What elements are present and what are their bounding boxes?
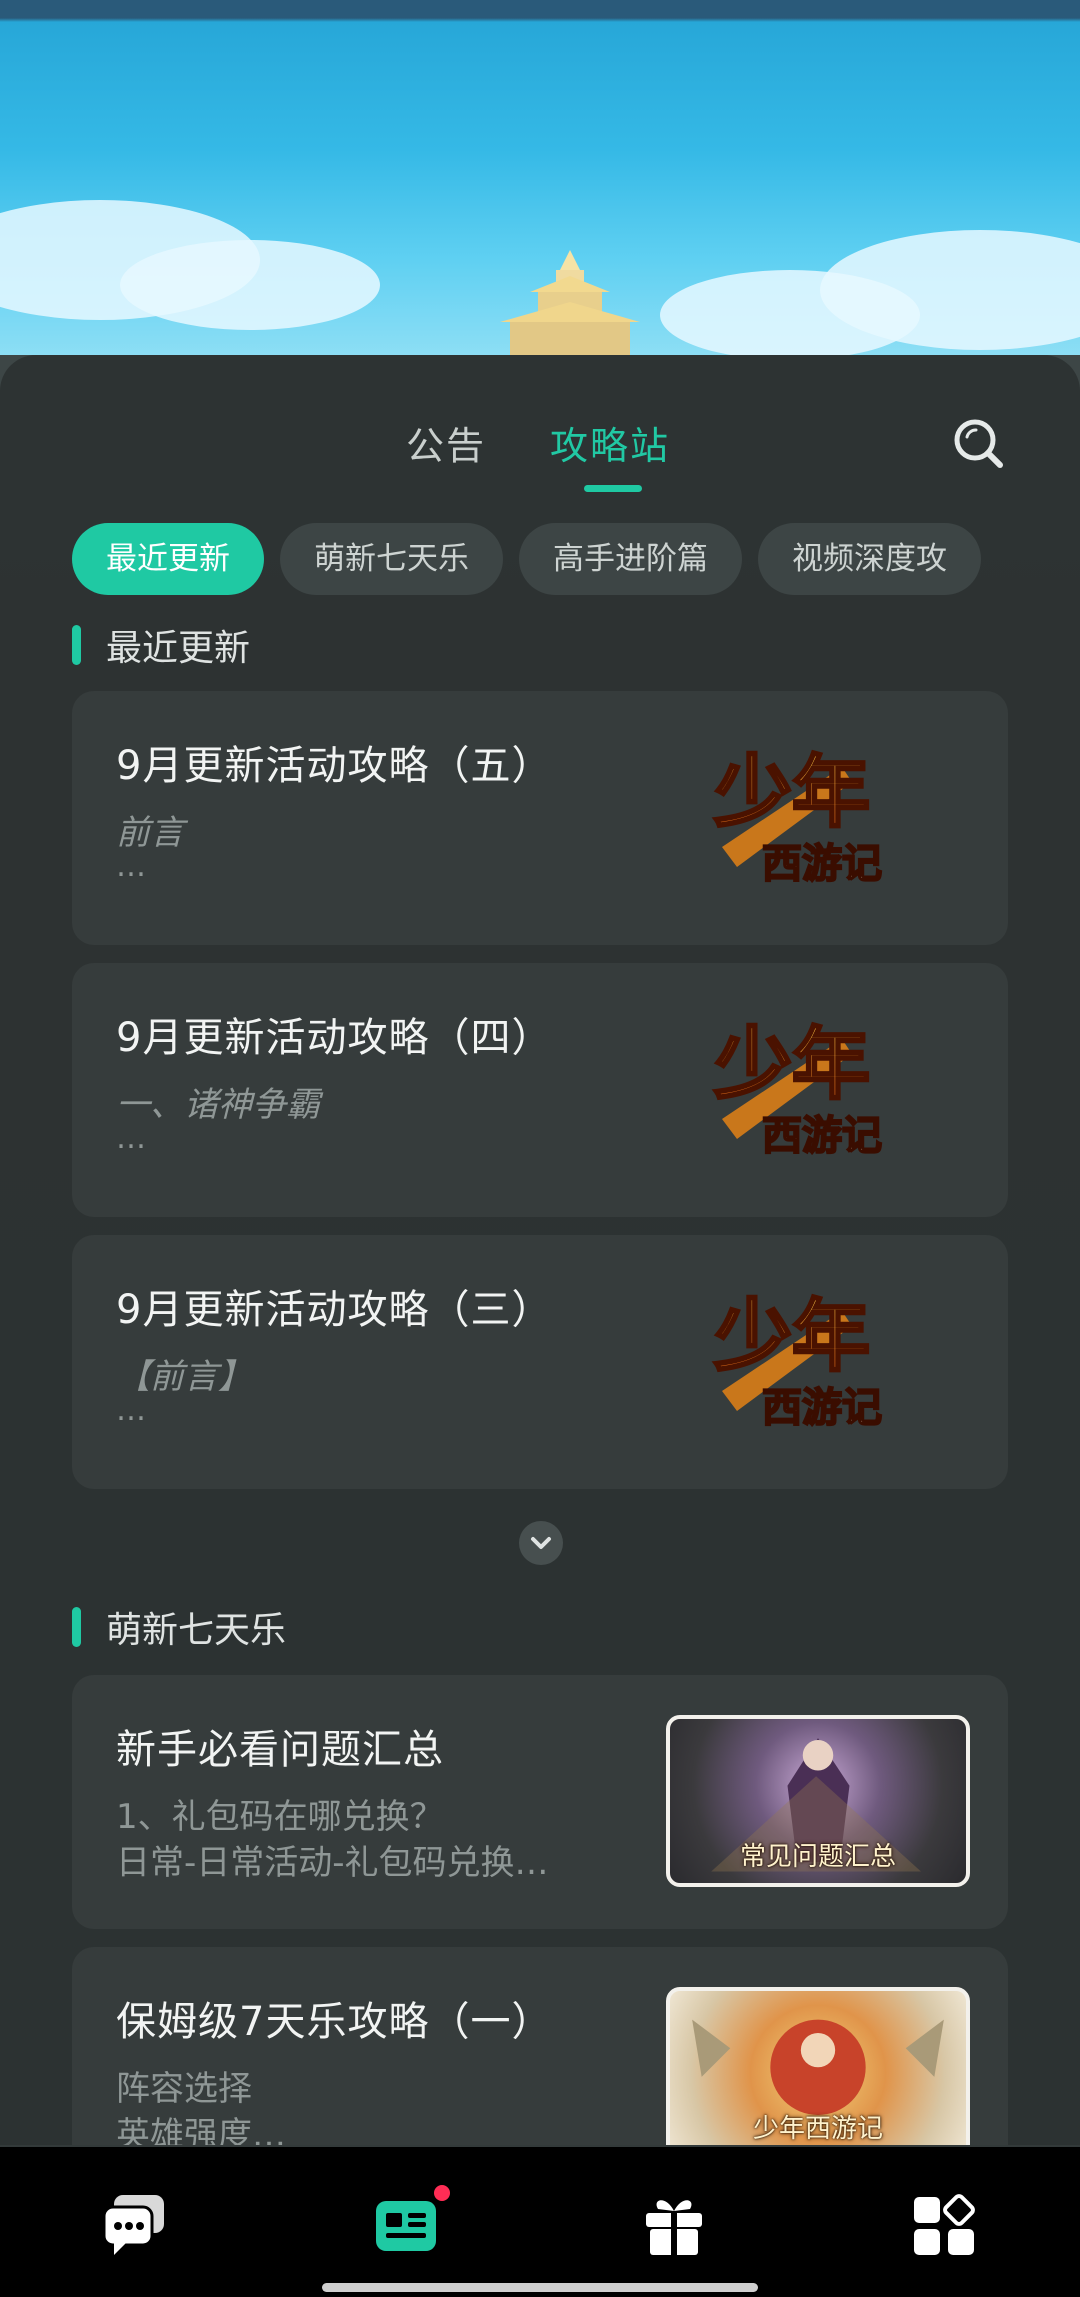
bottom-navigation	[0, 2147, 1080, 2297]
tab-strategy[interactable]: 攻略站	[550, 415, 670, 470]
apps-grid-icon	[914, 2194, 975, 2255]
section-marker	[72, 625, 81, 665]
section-label: 最近更新	[106, 628, 251, 669]
article-card[interactable]: 新手必看问题汇总 1、礼包码在哪兑换？ 日常-日常活动-礼包码兑换… 常见问题汇…	[72, 1675, 1008, 1929]
section-title-newbie: 萌新七天乐	[72, 1601, 286, 1653]
chip-recent[interactable]: 最近更新	[72, 523, 264, 595]
chat-bubbles-icon	[102, 2195, 164, 2255]
svg-text:西游记: 西游记	[762, 1112, 882, 1159]
article-title: 9月更新活动攻略（四）	[116, 1015, 553, 1061]
thumbnail-caption: 少年西游记	[752, 2114, 883, 2144]
strategy-panel: 公告 攻略站 最近更新 萌新七天乐 高手进阶篇 视频深度攻 最近更新 9月更新活动攻略…	[0, 355, 1080, 2145]
game-logo: 少年 西游记	[712, 1290, 883, 1433]
article-excerpt-2: 英雄强度…	[116, 2115, 286, 2145]
svg-text:少年: 少年	[714, 1019, 870, 1110]
article-ellipsis: …	[116, 1121, 146, 1156]
svg-text:西游记: 西游记	[762, 1384, 882, 1431]
article-title: 9月更新活动攻略（五）	[116, 743, 553, 789]
top-tabs: 公告 攻略站	[0, 415, 1080, 495]
tab-announcement[interactable]: 公告	[406, 415, 486, 470]
chevron-down-icon	[531, 1537, 551, 1549]
article-excerpt: 一、诸神争霸	[116, 1085, 320, 1125]
article-excerpt: 前言	[116, 813, 184, 853]
article-title: 保姆级7天乐攻略（一）	[116, 1999, 553, 2045]
category-chips: 最近更新 萌新七天乐 高手进阶篇 视频深度攻	[72, 523, 1008, 595]
search-icon[interactable]	[950, 415, 1006, 471]
section-title-recent: 最近更新	[72, 619, 250, 671]
news-icon	[376, 2201, 436, 2251]
article-card[interactable]: 9月更新活动攻略（五） 前言 … 少年 西游记	[72, 691, 1008, 945]
game-logo: 少年 西游记	[712, 746, 883, 889]
article-card[interactable]: 保姆级7天乐攻略（一） 阵容选择 英雄强度… 少年西游记	[72, 1947, 1008, 2145]
chip-video[interactable]: 视频深度攻	[758, 523, 981, 595]
svg-text:少年: 少年	[714, 1291, 870, 1382]
active-tab-indicator	[584, 485, 642, 492]
article-excerpt: 【前言】	[116, 1357, 252, 1397]
article-ellipsis: …	[116, 1393, 146, 1428]
nav-more[interactable]	[910, 2191, 978, 2259]
chip-newbie-seven-days[interactable]: 萌新七天乐	[280, 523, 503, 595]
nav-news[interactable]	[372, 2185, 450, 2259]
svg-text:西游记: 西游记	[762, 840, 882, 887]
thumbnail-caption: 常见问题汇总	[739, 1842, 896, 1872]
section-marker	[72, 1607, 81, 1647]
home-indicator	[322, 2283, 758, 2292]
article-card[interactable]: 9月更新活动攻略（三） 【前言】 … 少年 西游记	[72, 1235, 1008, 1489]
nav-gifts[interactable]	[640, 2191, 708, 2259]
article-title: 新手必看问题汇总	[116, 1727, 444, 1773]
palace-illustration	[500, 250, 640, 360]
expand-more-button[interactable]	[519, 1521, 563, 1565]
article-excerpt: 1、礼包码在哪兑换？	[116, 1797, 444, 1837]
nav-community[interactable]	[100, 2191, 168, 2259]
article-title: 9月更新活动攻略（三）	[116, 1287, 553, 1333]
article-excerpt-2: 日常-日常活动-礼包码兑换…	[116, 1843, 549, 1883]
section-label: 萌新七天乐	[106, 1610, 287, 1651]
svg-text:少年: 少年	[714, 747, 870, 838]
article-ellipsis: …	[116, 849, 146, 884]
notification-badge	[434, 2185, 450, 2201]
article-card[interactable]: 9月更新活动攻略（四） 一、诸神争霸 … 少年 西游记	[72, 963, 1008, 1217]
article-excerpt: 阵容选择	[116, 2069, 252, 2109]
gift-icon	[646, 2200, 702, 2255]
chip-advanced[interactable]: 高手进阶篇	[519, 523, 742, 595]
article-thumbnail: 少年西游记	[666, 1987, 970, 2145]
article-thumbnail: 常见问题汇总	[666, 1715, 970, 1887]
game-logo: 少年 西游记	[712, 1018, 883, 1161]
